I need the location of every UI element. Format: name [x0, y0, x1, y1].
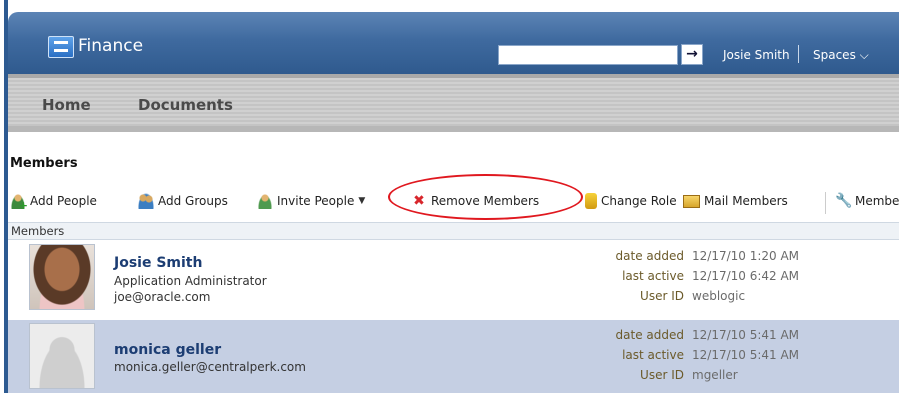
lock-icon	[585, 193, 597, 209]
add-groups-label: Add Groups	[158, 194, 228, 208]
member-name[interactable]: monica geller	[114, 342, 221, 358]
table-row[interactable]: monica geller monica.geller@centralperk.…	[8, 320, 899, 393]
arrow-right-icon[interactable]: →	[681, 44, 703, 65]
invite-people-label: Invite People	[277, 194, 355, 208]
date-added-label: date added	[615, 328, 684, 342]
header-divider	[798, 45, 799, 63]
date-added-value: 12/17/10 1:20 AM	[692, 249, 800, 263]
date-added-label: date added	[615, 249, 684, 263]
last-active-value: 12/17/10 5:41 AM	[692, 348, 800, 362]
user-name-link[interactable]: Josie Smith	[723, 48, 790, 62]
logo-icon	[48, 36, 74, 58]
change-role-label: Change Role	[601, 194, 677, 208]
section-title: Members	[10, 156, 78, 171]
tab-home[interactable]: Home	[42, 96, 91, 114]
toolbar-divider	[825, 192, 826, 214]
wrench-icon: 🔧	[835, 193, 853, 209]
avatar[interactable]	[29, 244, 95, 310]
table-row[interactable]: Josie Smith Application Administrator jo…	[8, 241, 899, 317]
member-name[interactable]: Josie Smith	[114, 255, 202, 271]
add-groups-button[interactable]: Add Groups	[138, 192, 228, 210]
member-email: joe@oracle.com	[114, 290, 211, 304]
mail-members-label: Mail Members	[704, 194, 788, 208]
user-id-label: User ID	[640, 289, 684, 303]
user-id-label: User ID	[640, 368, 684, 382]
top-strip	[8, 0, 899, 10]
search-input[interactable]	[498, 45, 678, 65]
last-active-label: last active	[622, 269, 684, 283]
members-more-label: Member	[855, 194, 899, 208]
table-header: Members	[8, 222, 899, 240]
members-panel: Members Add People Add Groups Invite Peo…	[8, 132, 899, 393]
change-role-button[interactable]: Change Role	[583, 192, 677, 210]
add-group-icon	[138, 193, 154, 209]
highlight-annotation	[388, 174, 583, 220]
mail-members-button[interactable]: Mail Members	[683, 192, 788, 210]
add-people-button[interactable]: Add People	[10, 192, 97, 212]
chevron-down-icon: ▼	[358, 196, 366, 206]
app-title[interactable]: Finance	[78, 36, 143, 56]
invite-people-button[interactable]: Invite People ▼	[257, 192, 365, 210]
add-people-label: Add People	[30, 194, 97, 208]
invite-person-icon	[257, 193, 273, 209]
member-email: monica.geller@centralperk.com	[114, 360, 306, 374]
member-role: Application Administrator	[114, 274, 267, 288]
navigation-bar: Home Documents	[8, 74, 899, 132]
last-active-value: 12/17/10 6:42 AM	[692, 269, 800, 283]
date-added-value: 12/17/10 5:41 AM	[692, 328, 800, 342]
avatar[interactable]	[29, 323, 95, 389]
mail-icon	[683, 194, 700, 208]
tab-documents[interactable]: Documents	[138, 96, 233, 114]
spaces-menu[interactable]: Spaces ⌵	[813, 48, 869, 63]
user-id-value: weblogic	[692, 289, 746, 303]
members-more-button[interactable]: 🔧 Member	[835, 192, 899, 210]
add-person-icon	[10, 193, 28, 212]
last-active-label: last active	[622, 348, 684, 362]
user-id-value: mgeller	[692, 368, 738, 382]
app-header: Finance → Josie Smith Spaces ⌵	[8, 12, 899, 74]
